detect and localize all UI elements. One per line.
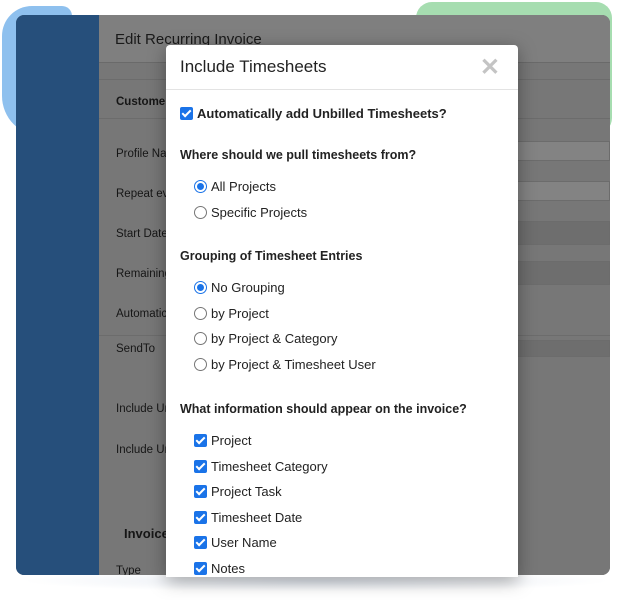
include-timesheets-modal: Include Timesheets ✕ Automatically add U… — [166, 45, 518, 577]
profile-name-input[interactable] — [516, 141, 610, 161]
grouping-question: Grouping of Timesheet Entries — [180, 249, 363, 263]
sidebar — [16, 15, 99, 575]
close-icon[interactable]: ✕ — [480, 55, 500, 81]
field-label-remaining: Remaining — [116, 268, 171, 280]
send-to-input[interactable] — [516, 340, 610, 357]
checkbox-checked-icon[interactable] — [194, 434, 207, 447]
field-label-include-unbilled-1: Include Ur — [116, 403, 169, 415]
field-label-start-date: Start Date — [116, 228, 168, 240]
option-label: Timesheet Date — [211, 510, 303, 525]
radio-unselected-icon[interactable] — [194, 358, 207, 371]
repeat-every-input[interactable] — [516, 181, 610, 201]
field-label-type: Type — [116, 565, 141, 575]
checkbox-checked-icon[interactable] — [194, 536, 207, 549]
option-label: User Name — [211, 535, 277, 550]
radio-unselected-icon[interactable] — [194, 206, 207, 219]
field-label-include-unbilled-2: Include Ur — [116, 444, 169, 456]
option-label: Project Task — [211, 484, 282, 499]
info-option-timesheet-category[interactable]: Timesheet Category — [194, 459, 328, 474]
source-option-specific-projects[interactable]: Specific Projects — [194, 205, 307, 220]
info-question: What information should appear on the in… — [180, 402, 467, 416]
auto-add-label: Automatically add Unbilled Timesheets? — [197, 106, 447, 121]
radio-unselected-icon[interactable] — [194, 332, 207, 345]
field-label-repeat-every: Repeat ev — [116, 188, 169, 200]
start-date-input[interactable] — [516, 221, 610, 245]
invoice-subheading: Invoice — [124, 526, 169, 541]
option-label: Notes — [211, 561, 245, 576]
radio-selected-icon[interactable] — [194, 281, 207, 294]
modal-title: Include Timesheets — [180, 57, 327, 76]
option-label: All Projects — [211, 179, 277, 194]
option-label: Specific Projects — [211, 205, 308, 220]
info-option-project-task[interactable]: Project Task — [194, 484, 282, 499]
checkbox-checked-icon[interactable] — [194, 460, 207, 473]
grouping-option-by-project-category[interactable]: by Project & Category — [194, 331, 337, 346]
info-option-user-name[interactable]: User Name — [194, 535, 277, 550]
option-label: Timesheet Category — [211, 459, 328, 474]
grouping-option-no-grouping[interactable]: No Grouping — [194, 280, 285, 295]
source-option-all-projects[interactable]: All Projects — [194, 179, 276, 194]
checkbox-checked-icon[interactable] — [194, 511, 207, 524]
option-label: by Project — [211, 306, 269, 321]
customer-section-label: Customer — [116, 96, 170, 108]
source-question: Where should we pull timesheets from? — [180, 148, 417, 162]
auto-add-checkbox[interactable]: Automatically add Unbilled Timesheets? — [180, 106, 447, 121]
field-label-automatic: Automatic — [116, 308, 168, 320]
checkbox-checked-icon[interactable] — [180, 107, 193, 120]
grouping-option-by-project-user[interactable]: by Project & Timesheet User — [194, 357, 376, 372]
option-label: No Grouping — [211, 280, 285, 295]
field-label-profile-name: Profile Na — [116, 148, 167, 160]
info-option-notes[interactable]: Notes — [194, 561, 245, 576]
option-label: by Project & Timesheet User — [211, 357, 376, 372]
info-option-project[interactable]: Project — [194, 433, 251, 448]
radio-selected-icon[interactable] — [194, 180, 207, 193]
grouping-option-by-project[interactable]: by Project — [194, 306, 269, 321]
option-label: Project — [211, 433, 252, 448]
checkbox-checked-icon[interactable] — [194, 485, 207, 498]
radio-unselected-icon[interactable] — [194, 307, 207, 320]
field-label-send-to: SendTo — [116, 343, 156, 355]
remaining-input[interactable] — [516, 261, 610, 285]
option-label: by Project & Category — [211, 331, 338, 346]
modal-header: Include Timesheets ✕ — [166, 45, 518, 90]
checkbox-checked-icon[interactable] — [194, 562, 207, 575]
info-option-timesheet-date[interactable]: Timesheet Date — [194, 510, 302, 525]
